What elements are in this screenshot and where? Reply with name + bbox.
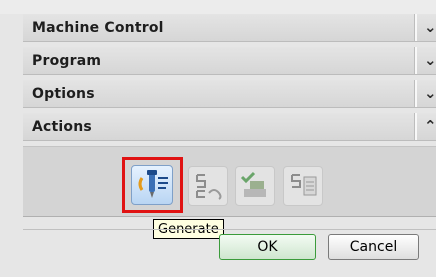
section-label: Options	[32, 86, 95, 102]
generate-button[interactable]	[122, 157, 183, 213]
verify-icon	[240, 171, 266, 197]
button-row-separator	[23, 229, 436, 230]
section-divider	[414, 14, 417, 41]
chevron-up-icon[interactable]: ⌃	[424, 117, 436, 135]
ok-button[interactable]: OK	[219, 234, 316, 260]
chevron-down-icon[interactable]: ⌄	[424, 84, 436, 102]
list-button[interactable]	[283, 166, 323, 206]
section-divider	[414, 47, 417, 74]
replay-button[interactable]	[188, 166, 228, 206]
list-icon	[291, 174, 317, 196]
actions-toolbar	[23, 146, 436, 217]
chevron-down-icon[interactable]: ⌄	[424, 18, 436, 36]
section-list: Machine Control ⌄ Program ⌄ Options ⌄ Ac…	[23, 14, 436, 146]
section-actions[interactable]: Actions ⌃	[23, 113, 436, 141]
section-divider	[414, 113, 417, 140]
top-gap	[0, 0, 436, 14]
section-program[interactable]: Program ⌄	[23, 47, 436, 75]
section-label: Machine Control	[32, 20, 164, 36]
section-label: Actions	[32, 119, 92, 135]
verify-button[interactable]	[235, 166, 275, 206]
generate-button-face	[131, 165, 173, 205]
generate-icon	[138, 170, 168, 198]
chevron-down-icon[interactable]: ⌄	[424, 51, 436, 69]
cancel-button[interactable]: Cancel	[328, 234, 419, 260]
section-options[interactable]: Options ⌄	[23, 80, 436, 108]
section-label: Program	[32, 53, 102, 69]
replay-icon	[196, 174, 222, 200]
section-machine-control[interactable]: Machine Control ⌄	[23, 14, 436, 42]
section-divider	[414, 80, 417, 107]
dialog-panel: Machine Control ⌄ Program ⌄ Options ⌄ Ac…	[0, 0, 436, 277]
